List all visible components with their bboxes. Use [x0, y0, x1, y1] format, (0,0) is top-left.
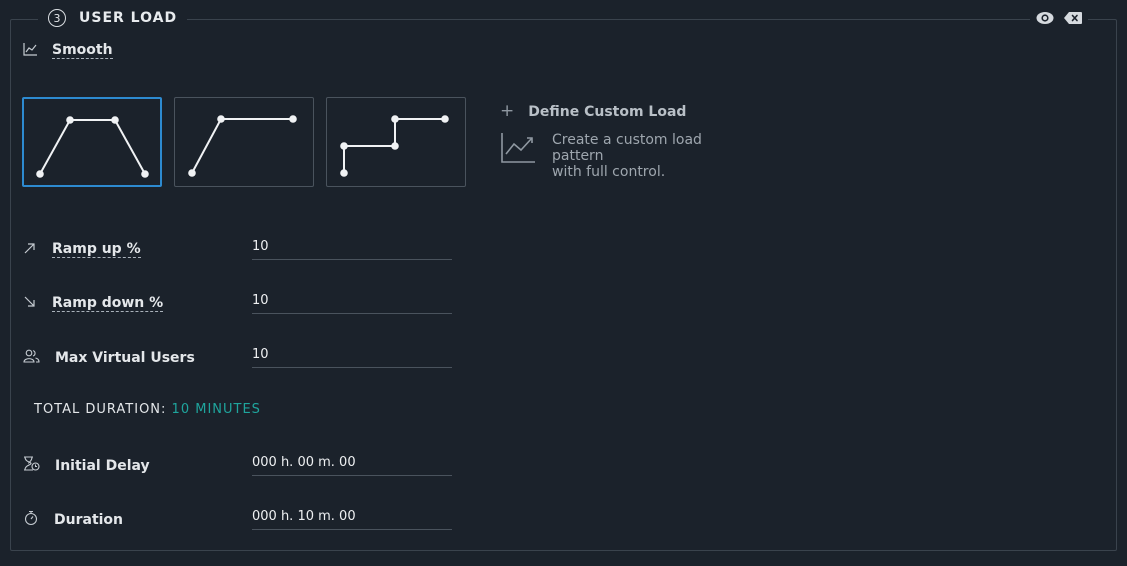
- arrow-up-right-icon: [23, 240, 37, 259]
- step-number-badge: 3: [48, 9, 66, 27]
- initial-delay-input[interactable]: [252, 450, 452, 476]
- step-pattern-icon: [340, 115, 449, 177]
- ramp-down-row: Ramp down %: [23, 294, 164, 313]
- backspace-icon[interactable]: [1064, 12, 1082, 24]
- pattern-step[interactable]: [326, 97, 466, 187]
- custom-load-description: Create a custom load pattern with full c…: [552, 132, 752, 180]
- hourglass-icon: [23, 456, 40, 475]
- ramp-up-input[interactable]: [252, 234, 452, 260]
- total-duration-value: 10 MINUTES: [171, 402, 261, 417]
- eye-icon[interactable]: [1036, 11, 1054, 25]
- total-duration-label: TOTAL DURATION:: [34, 402, 167, 417]
- initial-delay-label: Initial Delay: [55, 457, 150, 474]
- ramp-down-input[interactable]: [252, 288, 452, 314]
- initial-delay-row: Initial Delay: [23, 456, 150, 475]
- duration-label: Duration: [54, 512, 124, 528]
- profile-selector[interactable]: Smooth: [23, 41, 113, 60]
- custom-load-option[interactable]: + Define Custom Load Create a custom loa…: [500, 103, 752, 181]
- ramp-up-row: Ramp up %: [23, 240, 141, 259]
- ramp-up-pattern-icon: [188, 115, 297, 177]
- custom-load-description-line-1: Create a custom load pattern: [552, 132, 702, 164]
- pattern-ramp-up-down[interactable]: [22, 97, 162, 187]
- max-users-label: Max Virtual Users: [55, 349, 195, 366]
- users-icon: [23, 348, 40, 367]
- section-actions: [1030, 7, 1088, 29]
- section-title: USER LOAD: [79, 10, 178, 26]
- plus-icon: +: [500, 101, 515, 121]
- max-users-row: Max Virtual Users: [23, 348, 195, 367]
- section-header: 3 USER LOAD: [38, 6, 188, 30]
- ramp-up-down-pattern-icon: [36, 116, 149, 178]
- trend-chart-icon: [500, 132, 536, 180]
- ramp-down-label: Ramp down %: [52, 295, 164, 312]
- ramp-up-label: Ramp up %: [52, 241, 141, 258]
- duration-row: Duration: [23, 510, 123, 530]
- total-duration: TOTAL DURATION: 10 MINUTES: [34, 402, 261, 417]
- max-users-input[interactable]: [252, 342, 452, 368]
- define-custom-load-button[interactable]: + Define Custom Load: [500, 103, 752, 120]
- duration-input[interactable]: [252, 504, 452, 530]
- profile-name[interactable]: Smooth: [52, 42, 113, 59]
- line-chart-icon: [23, 41, 38, 60]
- pattern-ramp-up[interactable]: [174, 97, 314, 187]
- custom-load-description-line-2: with full control.: [552, 164, 666, 180]
- stopwatch-icon: [23, 510, 39, 530]
- arrow-down-right-icon: [23, 294, 37, 313]
- custom-load-title: Define Custom Load: [528, 103, 687, 120]
